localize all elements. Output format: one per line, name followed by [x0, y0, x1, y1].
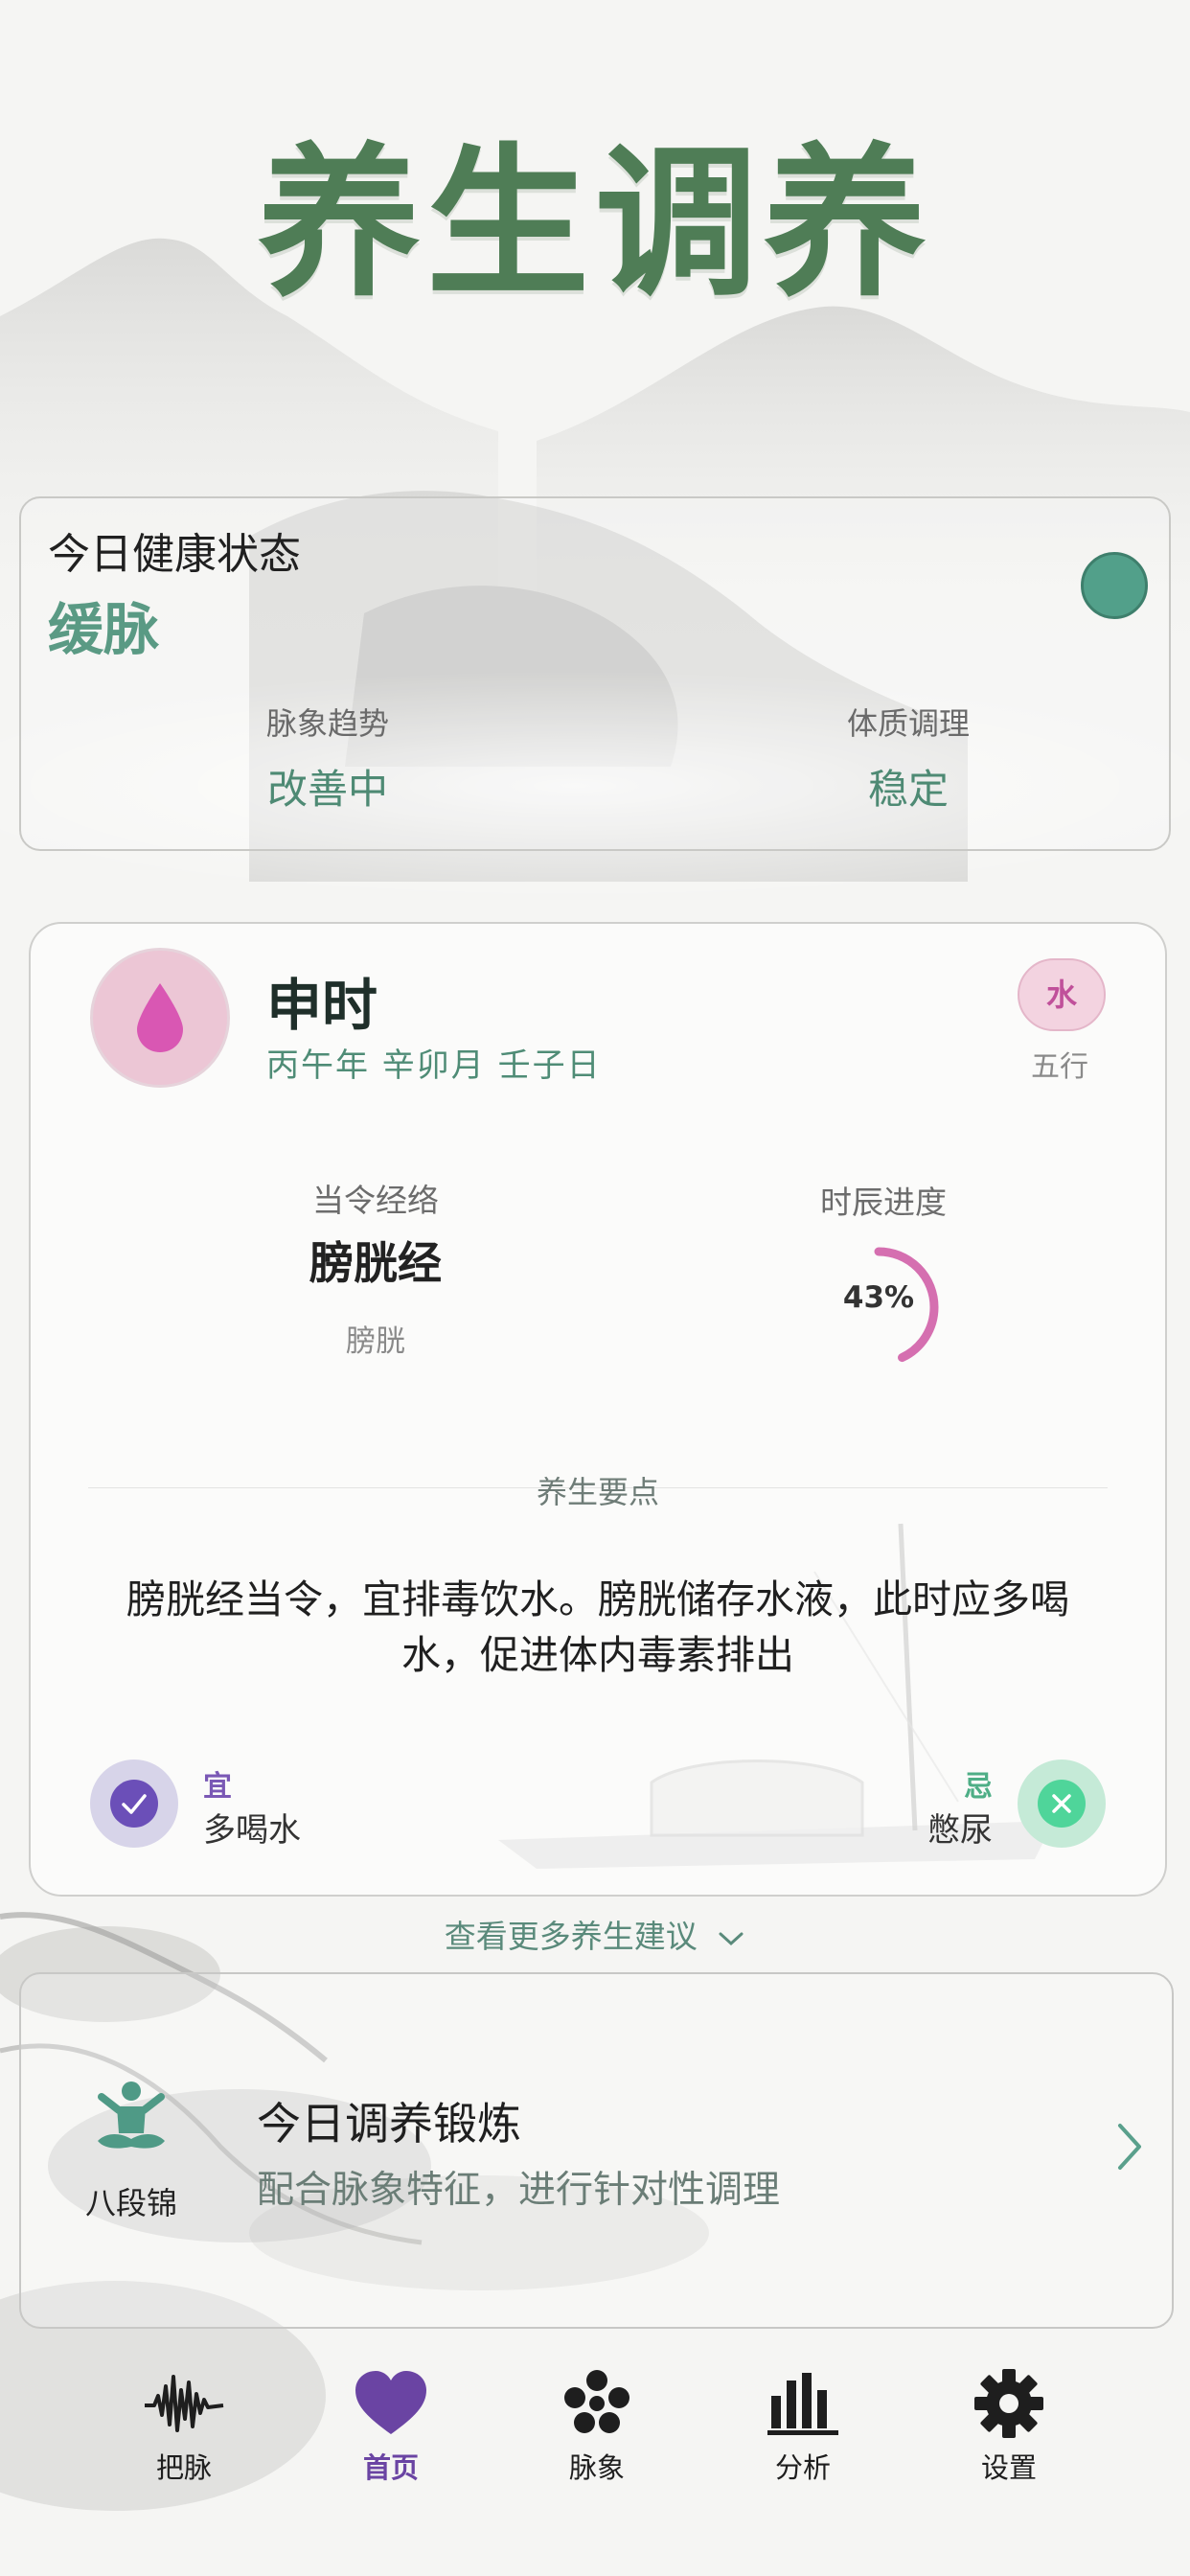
- app-title: 养生调养: [257, 127, 932, 319]
- tab-label: 脉象: [568, 2451, 625, 2484]
- chevron-down-icon: [719, 1932, 744, 1945]
- tab-label: 设置: [980, 2451, 1037, 2484]
- water-drop-badge: [90, 948, 230, 1088]
- tips-title-text: 养生要点: [536, 1474, 659, 1510]
- pulse-type-value: 缓脉: [48, 597, 160, 662]
- ganzhi-date: 丙午年 辛卯月 壬子日: [266, 1046, 602, 1085]
- ji-value: 憋尿: [927, 1811, 993, 1850]
- dots-cluster-icon: [564, 2370, 629, 2433]
- tab-settings[interactable]: 设置: [913, 2367, 1105, 2486]
- yi-value: 多喝水: [203, 1811, 301, 1850]
- wuxing-label: 五行: [1031, 1050, 1088, 1084]
- more-suggestions-link[interactable]: 查看更多养生建议: [0, 1911, 1190, 1957]
- yi-label: 宜: [203, 1770, 232, 1804]
- bottom-tab-bar: 把脉 首页 脉象 分析 设置: [0, 2367, 1190, 2501]
- tab-home[interactable]: 首页: [295, 2367, 487, 2486]
- ji-label: 忌: [964, 1770, 993, 1804]
- chevron-right-icon: [1118, 2124, 1141, 2170]
- stat-label: 脉象趋势: [265, 705, 389, 742]
- check-icon: [110, 1780, 158, 1828]
- meridian-name: 膀胱经: [309, 1237, 442, 1289]
- stat-pulse-trend: 脉象趋势 改善中: [165, 700, 491, 816]
- heart-icon: [355, 2371, 426, 2434]
- tab-label: 把脉: [155, 2451, 212, 2484]
- health-status-title: 今日健康状态: [48, 530, 301, 579]
- stat-value: 改善中: [266, 766, 388, 813]
- gear-icon: [974, 2369, 1043, 2438]
- health-status-card[interactable]: 今日健康状态 缓脉 脉象趋势 改善中 体质调理 稳定: [19, 496, 1171, 851]
- tab-analysis[interactable]: 分析: [707, 2367, 899, 2486]
- shichen-name: 申时: [266, 973, 378, 1038]
- ji-cross-badge: [1018, 1760, 1106, 1848]
- tab-label: 首页: [362, 2451, 419, 2484]
- shichen-card: 申时 丙午年 辛卯月 壬子日 水 五行 当令经络 膀胱经 膀胱 时辰进度 43%…: [29, 922, 1167, 1897]
- pulse-wave-icon: [145, 2375, 224, 2432]
- exercise-title: 今日调养锻炼: [257, 2098, 521, 2150]
- tab-pulse[interactable]: 把脉: [88, 2367, 280, 2486]
- progress-label: 时辰进度: [820, 1184, 947, 1221]
- stat-value: 稳定: [867, 766, 949, 813]
- tips-body: 膀胱经当令，宜排毒饮水。膀胱储存水液，此时应多喝水，促进体内毒素排出: [126, 1576, 1069, 1678]
- status-indicator-dot: [1081, 552, 1148, 619]
- meridian-label: 当令经络: [312, 1182, 439, 1219]
- tab-pulse-pattern[interactable]: 脉象: [501, 2367, 693, 2486]
- meridian-organ: 膀胱: [346, 1324, 405, 1359]
- progress-percent: 43%: [842, 1280, 915, 1315]
- tab-label: 分析: [774, 2451, 831, 2484]
- water-drop-icon: [137, 983, 183, 1052]
- more-suggestions-text: 查看更多养生建议: [444, 1918, 698, 1955]
- meditation-icon: [98, 2082, 165, 2149]
- bar-chart-icon: [767, 2373, 838, 2435]
- stat-constitution: 体质调理 稳定: [745, 700, 1071, 816]
- exercise-card[interactable]: 八段锦 今日调养锻炼 配合脉象特征，进行针对性调理: [19, 1972, 1174, 2329]
- exercise-icon-label: 八段锦: [84, 2185, 177, 2221]
- yi-check-badge: [90, 1760, 178, 1848]
- wuxing-badge: 水: [1018, 958, 1106, 1031]
- tips-title: 养生要点: [31, 1468, 1165, 1512]
- close-icon: [1038, 1780, 1086, 1828]
- stat-label: 体质调理: [846, 705, 970, 742]
- exercise-subtitle: 配合脉象特征，进行针对性调理: [257, 2169, 781, 2212]
